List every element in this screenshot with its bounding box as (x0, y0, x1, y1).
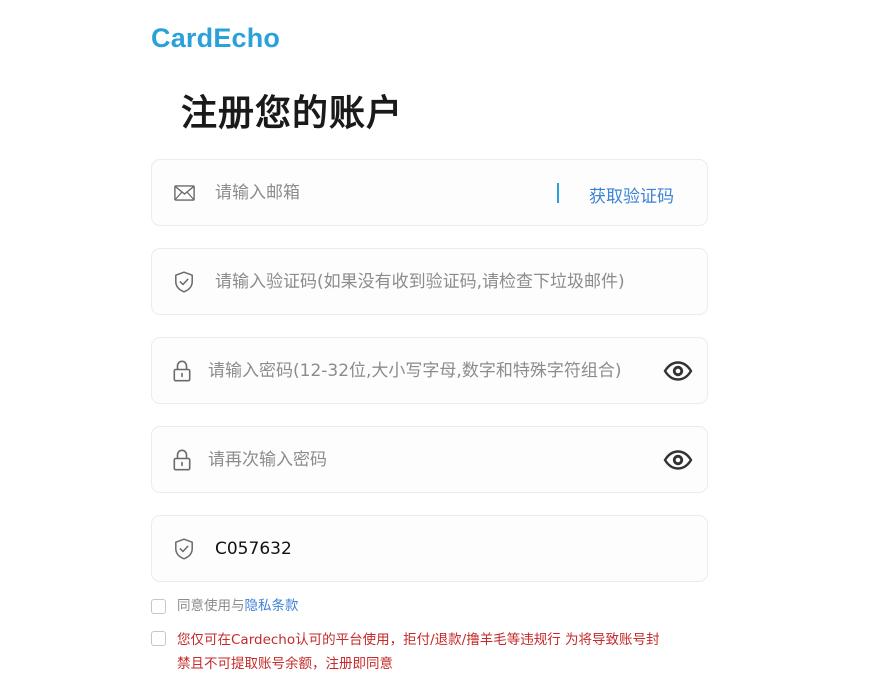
lock-icon (171, 449, 193, 471)
usage-warning-line1: 您仅可在Cardecho认可的平台使用，拒付/退款/撸羊毛等违规行 为将导致账号… (177, 632, 660, 648)
lock-icon (171, 360, 193, 382)
privacy-agreement: 同意使用与隐私条款 (151, 597, 299, 615)
eye-icon[interactable] (663, 360, 693, 382)
invite-code-input[interactable] (215, 516, 665, 581)
usage-agreement: 您仅可在Cardecho认可的平台使用，拒付/退款/撸羊毛等违规行 为将导致账号… (151, 628, 712, 676)
confirm-password-input[interactable] (208, 427, 658, 492)
privacy-terms-link[interactable]: 隐私条款 (245, 598, 299, 614)
usage-warning-line2: 禁且不可提取账号余额，注册即同意 (177, 656, 393, 672)
email-field: 获取验证码 (151, 159, 708, 226)
mail-icon (173, 182, 195, 204)
shield-icon (173, 271, 195, 293)
privacy-text: 同意使用与隐私条款 (177, 597, 299, 615)
send-code-button[interactable]: 获取验证码 (589, 182, 674, 207)
privacy-prefix: 同意使用与 (177, 598, 245, 614)
email-input[interactable] (215, 160, 535, 225)
password-field (151, 337, 708, 404)
usage-warning-text: 您仅可在Cardecho认可的平台使用，拒付/退款/撸羊毛等违规行 为将导致账号… (177, 628, 712, 676)
register-page: CardEcho 注册您的账户 获取验证码 (0, 0, 893, 688)
invite-code-field (151, 515, 708, 582)
verify-code-input[interactable] (215, 249, 695, 314)
divider (557, 183, 559, 203)
privacy-checkbox[interactable] (151, 598, 166, 614)
page-title: 注册您的账户 (181, 93, 404, 134)
brand-logo[interactable]: CardEcho (151, 23, 280, 54)
password-input[interactable] (208, 338, 658, 403)
shield-icon (173, 538, 195, 560)
confirm-password-field (151, 426, 708, 493)
verify-code-field (151, 248, 708, 315)
usage-checkbox[interactable] (151, 631, 166, 646)
eye-icon[interactable] (663, 449, 693, 471)
